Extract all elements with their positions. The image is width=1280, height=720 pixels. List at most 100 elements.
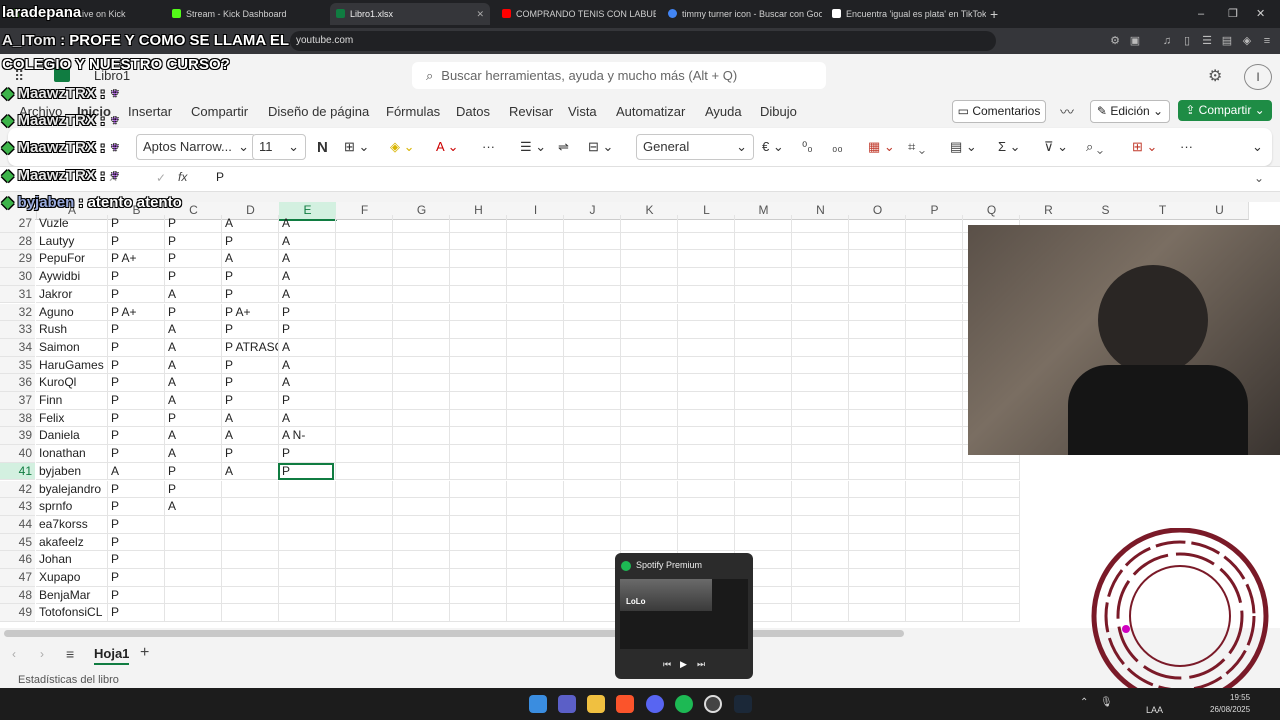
empty-cell[interactable] <box>336 533 393 552</box>
cell-b[interactable]: A <box>108 462 165 481</box>
row-header[interactable]: 47 <box>0 569 35 587</box>
cell-a[interactable]: sprnfo <box>36 498 108 516</box>
music-icon[interactable]: ♫ <box>1160 34 1174 48</box>
empty-cell[interactable] <box>849 445 906 463</box>
restore-icon[interactable]: ❐ <box>1228 3 1242 25</box>
empty-cell[interactable] <box>678 498 735 516</box>
empty-cell[interactable] <box>735 445 792 463</box>
increase-decimal-icon[interactable]: ₀₀ <box>832 139 843 154</box>
tab-compartir[interactable]: Compartir <box>191 104 248 119</box>
cell-c[interactable]: P <box>165 232 222 251</box>
empty-cell[interactable] <box>336 427 393 446</box>
empty-cell[interactable] <box>792 374 849 392</box>
empty-cell[interactable] <box>735 498 792 516</box>
cell-a[interactable]: byjaben <box>36 462 108 481</box>
cell-b[interactable]: P <box>108 498 165 516</box>
empty-cell[interactable] <box>336 268 393 286</box>
cell-a[interactable]: Vuzle <box>36 215 108 233</box>
cell-c[interactable] <box>165 515 222 534</box>
cell-b[interactable]: P <box>108 321 165 339</box>
minimize-icon[interactable]: – <box>1198 3 1212 25</box>
empty-cell[interactable] <box>678 515 735 534</box>
cell-b[interactable]: P <box>108 515 165 534</box>
empty-cell[interactable] <box>678 338 735 357</box>
cell-c[interactable]: A <box>165 374 222 392</box>
tab-automatizar[interactable]: Automatizar <box>616 104 685 119</box>
empty-cell[interactable] <box>450 392 507 410</box>
empty-cell[interactable] <box>336 498 393 516</box>
empty-cell[interactable] <box>336 515 393 534</box>
empty-cell[interactable] <box>735 427 792 446</box>
function-label[interactable]: fx <box>178 170 187 184</box>
font-color-icon[interactable]: A ⌄ <box>436 139 458 155</box>
empty-cell[interactable] <box>849 462 906 481</box>
row-header[interactable]: 34 <box>0 338 35 357</box>
empty-cell[interactable] <box>564 392 621 410</box>
cell-e[interactable]: A <box>279 285 336 304</box>
row-header[interactable]: 32 <box>0 303 35 322</box>
empty-cell[interactable] <box>849 215 906 233</box>
cell-e[interactable]: A <box>279 356 336 375</box>
cell-e[interactable]: A N- <box>279 427 336 446</box>
cell-a[interactable]: PepuFor <box>36 250 108 269</box>
column-header[interactable]: U <box>1191 202 1249 220</box>
empty-cell[interactable] <box>792 392 849 410</box>
row-header[interactable]: 38 <box>0 409 35 428</box>
close-window-icon[interactable]: ✕ <box>1256 3 1270 25</box>
row-header[interactable]: 44 <box>0 515 35 534</box>
cell-d[interactable]: P <box>222 356 279 375</box>
empty-cell[interactable] <box>507 427 564 446</box>
empty-cell[interactable] <box>393 445 450 463</box>
cell-c[interactable]: A <box>165 427 222 446</box>
empty-cell[interactable] <box>792 604 849 623</box>
empty-cell[interactable] <box>393 515 450 534</box>
empty-cell[interactable] <box>450 445 507 463</box>
active-cell-outline[interactable] <box>278 463 334 480</box>
empty-cell[interactable] <box>849 427 906 446</box>
tab-datos[interactable]: Datos <box>456 104 490 119</box>
tab-formulas[interactable]: Fórmulas <box>386 104 440 119</box>
empty-cell[interactable] <box>564 250 621 269</box>
empty-cell[interactable] <box>450 569 507 587</box>
clock-date[interactable]: 26/08/2025 <box>1210 705 1250 714</box>
cell-d[interactable] <box>222 498 279 516</box>
tab-vista[interactable]: Vista <box>568 104 597 119</box>
cell-e[interactable] <box>279 569 336 587</box>
cell-b[interactable]: P <box>108 268 165 286</box>
empty-cell[interactable] <box>393 586 450 605</box>
menu-icon[interactable]: ≡ <box>1260 34 1274 48</box>
cell-d[interactable] <box>222 533 279 552</box>
cell-b[interactable]: P <box>108 604 165 623</box>
empty-cell[interactable] <box>678 533 735 552</box>
empty-cell[interactable] <box>564 321 621 339</box>
sheet-tab-hoja1[interactable]: Hoja1 <box>94 646 130 665</box>
empty-cell[interactable] <box>336 321 393 339</box>
cell-d[interactable]: P <box>222 285 279 304</box>
row-header[interactable]: 36 <box>0 374 35 392</box>
empty-cell[interactable] <box>450 338 507 357</box>
empty-cell[interactable] <box>393 356 450 375</box>
empty-cell[interactable] <box>906 285 963 304</box>
cell-b[interactable]: P A+ <box>108 250 165 269</box>
empty-cell[interactable] <box>621 427 678 446</box>
empty-cell[interactable] <box>336 338 393 357</box>
cell-b[interactable]: P <box>108 285 165 304</box>
empty-cell[interactable] <box>963 515 1020 534</box>
more-ribbon-icon[interactable]: ··· <box>1180 139 1193 154</box>
cell-d[interactable]: A <box>222 215 279 233</box>
empty-cell[interactable] <box>849 604 906 623</box>
empty-cell[interactable] <box>393 462 450 481</box>
empty-cell[interactable] <box>735 462 792 481</box>
empty-cell[interactable] <box>564 462 621 481</box>
empty-cell[interactable] <box>621 533 678 552</box>
cell-a[interactable]: KuroQl <box>36 374 108 392</box>
account-avatar[interactable]: I <box>1244 64 1272 90</box>
empty-cell[interactable] <box>621 285 678 304</box>
cell-e[interactable] <box>279 586 336 605</box>
empty-cell[interactable] <box>450 498 507 516</box>
cell-c[interactable]: P <box>165 215 222 233</box>
empty-cell[interactable] <box>393 268 450 286</box>
autosum-icon[interactable]: Σ ⌄ <box>998 139 1021 155</box>
cell-d[interactable]: P <box>222 445 279 463</box>
extensions-icon[interactable]: ⚙ <box>1108 34 1122 48</box>
